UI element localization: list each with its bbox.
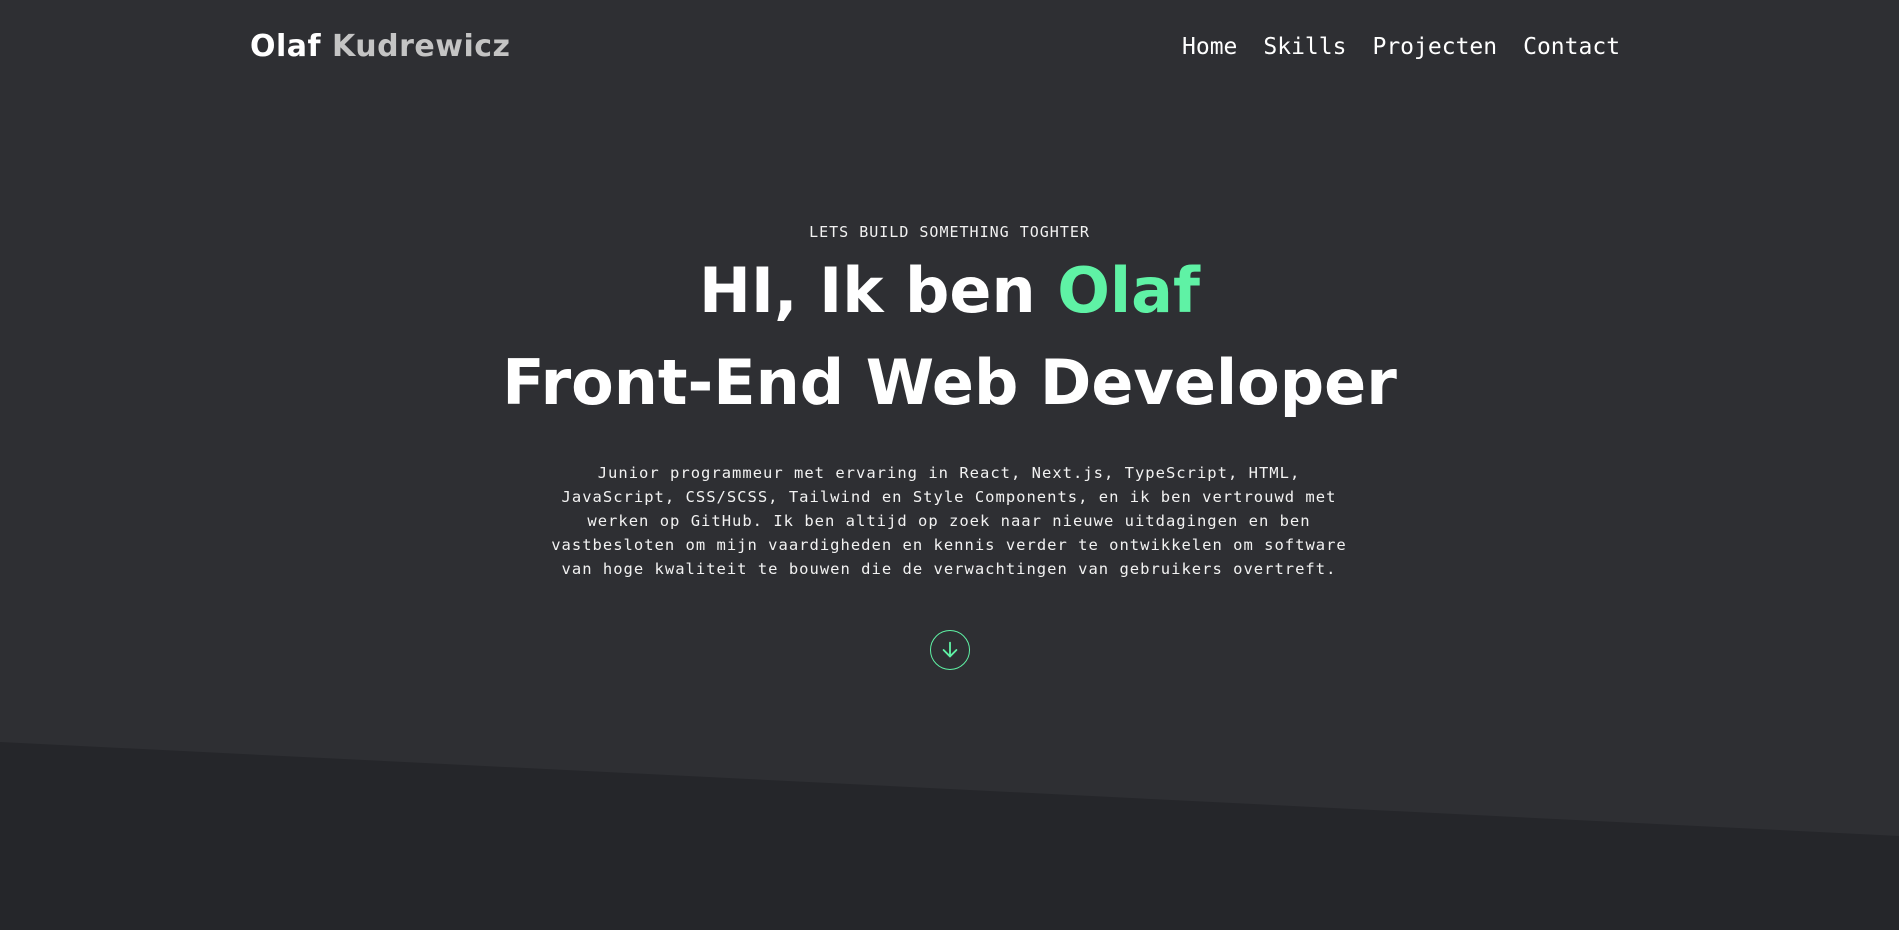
nav-link-contact[interactable]: Contact <box>1523 34 1620 60</box>
brand-last-name: Kudrewicz <box>332 29 511 64</box>
scroll-down-button[interactable] <box>930 630 970 670</box>
arrow-down-circle-icon <box>942 641 958 658</box>
hero-role: Front-End Web Developer <box>502 346 1397 419</box>
hero-headline: HI, Ik ben Olaf <box>0 254 1899 327</box>
page: Olaf Kudrewicz Home Skills Projecten Con… <box>0 0 1899 930</box>
hero-kicker: LETS BUILD SOMETHING TOGHTER <box>809 223 1090 241</box>
hero-name: Olaf <box>1057 254 1200 327</box>
nav-link-home[interactable]: Home <box>1182 34 1237 60</box>
nav-link-projecten[interactable]: Projecten <box>1372 34 1497 60</box>
nav-link-skills[interactable]: Skills <box>1263 34 1346 60</box>
brand-first-name: Olaf <box>250 29 322 64</box>
main-nav: Home Skills Projecten Contact <box>1182 34 1620 60</box>
hero-intro: Junior programmeur met ervaring in React… <box>551 463 1347 578</box>
site-logo[interactable]: Olaf Kudrewicz <box>250 29 510 64</box>
hero-greeting: HI, Ik ben <box>699 254 1036 327</box>
